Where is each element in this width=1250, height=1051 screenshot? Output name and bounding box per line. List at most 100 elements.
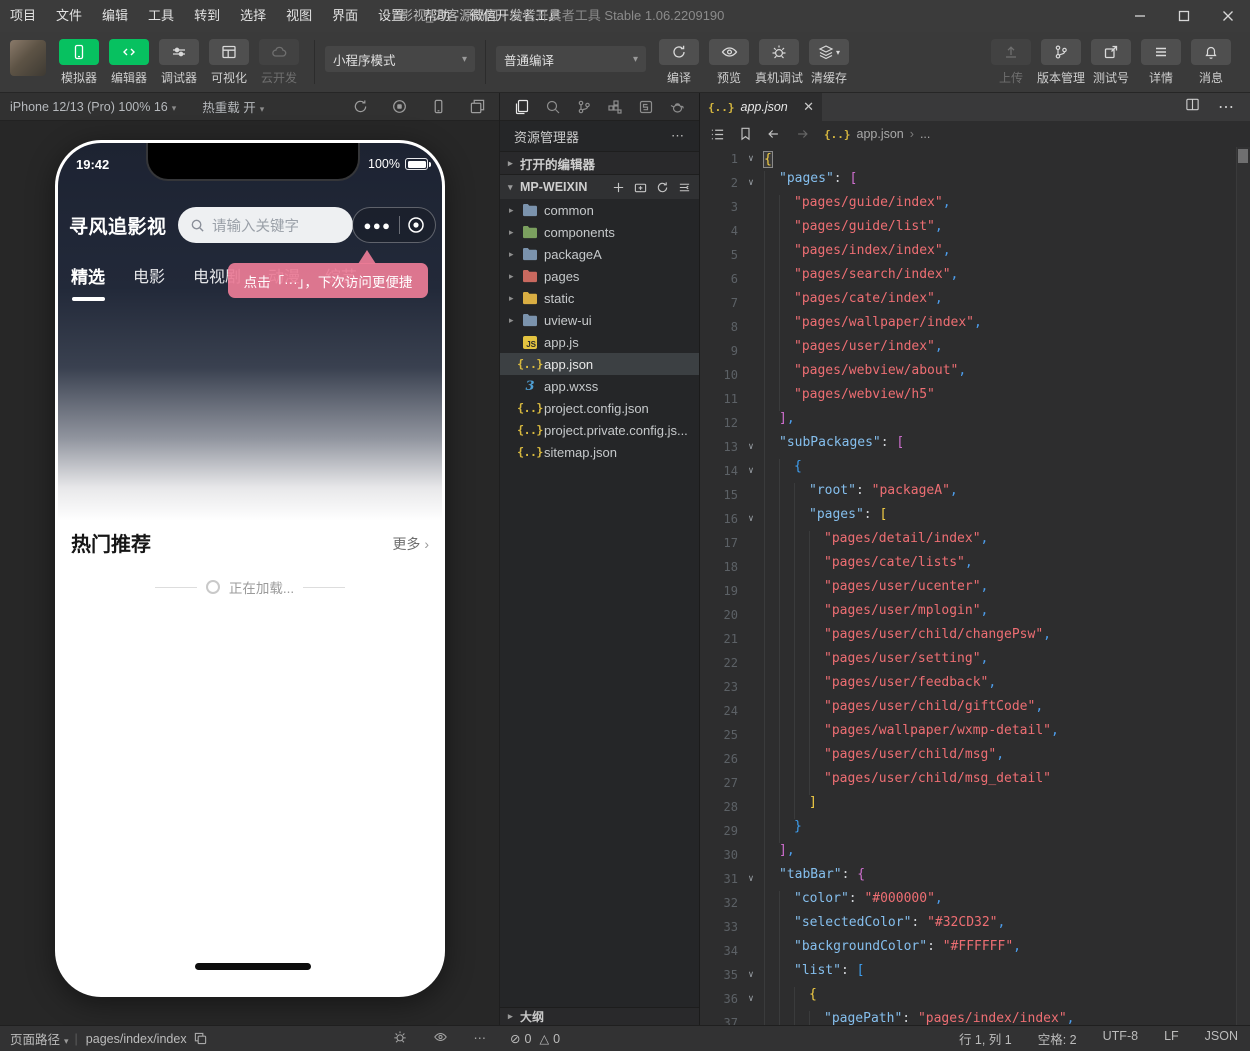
files-icon[interactable] (514, 99, 530, 115)
split-editor-icon[interactable] (1185, 97, 1200, 117)
indent-guide (764, 555, 779, 579)
device-select[interactable]: iPhone 12/13 (Pro) 100% 16▾ (10, 100, 176, 114)
avatar[interactable] (10, 40, 46, 76)
menu-文件[interactable]: 文件 (46, 0, 92, 32)
status-eye-icon[interactable] (433, 1030, 448, 1047)
page-path-select[interactable]: 页面路径▾ (10, 1029, 75, 1048)
refresh-explorer-icon[interactable] (656, 181, 669, 194)
tree-item-static[interactable]: ▸static (500, 287, 699, 309)
tree-item-common[interactable]: ▸common (500, 199, 699, 221)
mode-select[interactable]: 小程序模式▾ (325, 46, 475, 72)
tab-app-json[interactable]: {..} app.json ✕ (700, 93, 822, 121)
fold-chevron-icon[interactable]: ∨ (742, 154, 760, 164)
compile-select[interactable]: 普通编译▾ (496, 46, 646, 72)
indent-guide (764, 795, 779, 819)
new-folder-icon[interactable] (634, 181, 647, 194)
tree-item-app.wxss[interactable]: 3app.wxss (500, 375, 699, 397)
fold-chevron-icon[interactable]: ∨ (742, 970, 760, 980)
fold-chevron-icon[interactable]: ∨ (742, 466, 760, 476)
scrollbar-track[interactable] (1236, 147, 1250, 1025)
hot-reload-toggle[interactable]: 热重载 开▾ (202, 97, 264, 116)
search-input[interactable]: 请输入关键字 (178, 207, 353, 243)
fold-chevron-icon[interactable]: ∨ (742, 874, 760, 884)
indent-guide (764, 507, 779, 531)
search-icon[interactable] (545, 99, 561, 115)
fold-chevron-icon[interactable]: ∨ (742, 514, 760, 524)
outline-section[interactable]: ▸大纲 (500, 1007, 699, 1025)
more-link[interactable]: 更多 › (392, 534, 429, 554)
editor-more-icon[interactable]: ⋯ (1218, 97, 1234, 117)
minimize-button[interactable] (1118, 0, 1162, 32)
fold-chevron-icon[interactable]: ∨ (742, 994, 760, 1004)
back-icon[interactable] (766, 127, 781, 141)
menu-项目[interactable]: 项目 (0, 0, 46, 32)
tab-close-icon[interactable]: ✕ (803, 99, 814, 115)
bookmark-icon[interactable] (739, 127, 752, 141)
tree-item-pages[interactable]: ▸pages (500, 265, 699, 287)
encoding[interactable]: UTF-8 (1103, 1029, 1138, 1048)
toolbar-版本管理[interactable]: 版本管理 (1036, 39, 1086, 86)
maximize-button[interactable] (1162, 0, 1206, 32)
tree-item-uview-ui[interactable]: ▸uview-ui (500, 309, 699, 331)
collapse-all-icon[interactable] (678, 181, 691, 194)
toolbar-编译[interactable]: 编译 (654, 39, 704, 86)
indent-setting[interactable]: 空格: 2 (1038, 1029, 1077, 1048)
status-bug-icon[interactable] (393, 1030, 407, 1047)
status-more-icon[interactable]: ⋯ (474, 1030, 487, 1047)
phone-tab-精选[interactable]: 精选 (71, 263, 105, 288)
extensions-icon[interactable] (607, 99, 623, 115)
toolbar-清缓存[interactable]: ▾清缓存 (804, 39, 854, 86)
tree-item-app.js[interactable]: JSapp.js (500, 331, 699, 353)
capsule-close-icon[interactable] (407, 216, 425, 234)
toolbar-测试号[interactable]: 测试号 (1086, 39, 1136, 86)
record-icon[interactable] (392, 99, 407, 114)
menu-工具[interactable]: 工具 (138, 0, 184, 32)
device-frame-icon[interactable] (431, 99, 446, 114)
cursor-position[interactable]: 行 1, 列 1 (959, 1029, 1012, 1048)
tree-item-project.private.config.js...[interactable]: {..}project.private.config.js... (500, 419, 699, 441)
language-mode[interactable]: JSON (1205, 1029, 1238, 1048)
copy-path-icon[interactable] (194, 1032, 207, 1045)
plugin-teapot-icon[interactable] (669, 99, 685, 115)
multi-window-icon[interactable] (470, 99, 485, 114)
menu-视图[interactable]: 视图 (276, 0, 322, 32)
menu-转到[interactable]: 转到 (184, 0, 230, 32)
rotate-icon[interactable] (353, 99, 368, 114)
toolbar-预览[interactable]: 预览 (704, 39, 754, 86)
problems-indicator[interactable]: ⊘0 △0 (510, 1031, 560, 1046)
toolbar-可视化[interactable]: 可视化 (204, 39, 254, 86)
code-editor[interactable]: 1∨{2∨"pages": [3"pages/guide/index",4"pa… (700, 147, 1250, 1025)
menu-选择[interactable]: 选择 (230, 0, 276, 32)
more-dots-icon[interactable]: ●●● (363, 218, 391, 233)
tree-item-components[interactable]: ▸components (500, 221, 699, 243)
toolbar-消息[interactable]: 消息 (1186, 39, 1236, 86)
explorer-more-icon[interactable]: ⋯ (671, 128, 685, 144)
eol[interactable]: LF (1164, 1029, 1179, 1048)
toolbar-编辑器[interactable]: 编辑器 (104, 39, 154, 86)
tree-item-packageA[interactable]: ▸packageA (500, 243, 699, 265)
breadcrumb[interactable]: {..} app.json › ... (824, 127, 930, 141)
tree-item-app.json[interactable]: {..}app.json (500, 353, 699, 375)
indent-guide (764, 267, 779, 291)
fold-chevron-icon[interactable]: ∨ (742, 178, 760, 188)
menu-界面[interactable]: 界面 (322, 0, 368, 32)
toolbar-真机调试[interactable]: 真机调试 (754, 39, 804, 86)
toolbar-调试器[interactable]: 调试器 (154, 39, 204, 86)
phone-tab-电影[interactable]: 电影 (133, 263, 165, 287)
new-file-icon[interactable] (612, 181, 625, 194)
menu-编辑[interactable]: 编辑 (92, 0, 138, 32)
tree-item-sitemap.json[interactable]: {..}sitemap.json (500, 441, 699, 463)
git-icon[interactable] (576, 99, 592, 115)
toolbar-模拟器[interactable]: 模拟器 (54, 39, 104, 86)
sitemap-icon[interactable] (638, 99, 654, 115)
close-button[interactable] (1206, 0, 1250, 32)
toolbar-详情[interactable]: 详情 (1136, 39, 1186, 86)
open-editors-section[interactable]: ▸打开的编辑器 (500, 151, 699, 175)
capsule-menu[interactable]: ●●● (352, 207, 436, 243)
page-path-value: pages/index/index (86, 1032, 187, 1046)
tree-item-project.config.json[interactable]: {..}project.config.json (500, 397, 699, 419)
outline-list-icon[interactable] (710, 127, 725, 142)
project-root[interactable]: ▾MP-WEIXIN (500, 175, 699, 199)
fold-chevron-icon[interactable]: ∨ (742, 442, 760, 452)
forward-icon[interactable] (795, 127, 810, 141)
